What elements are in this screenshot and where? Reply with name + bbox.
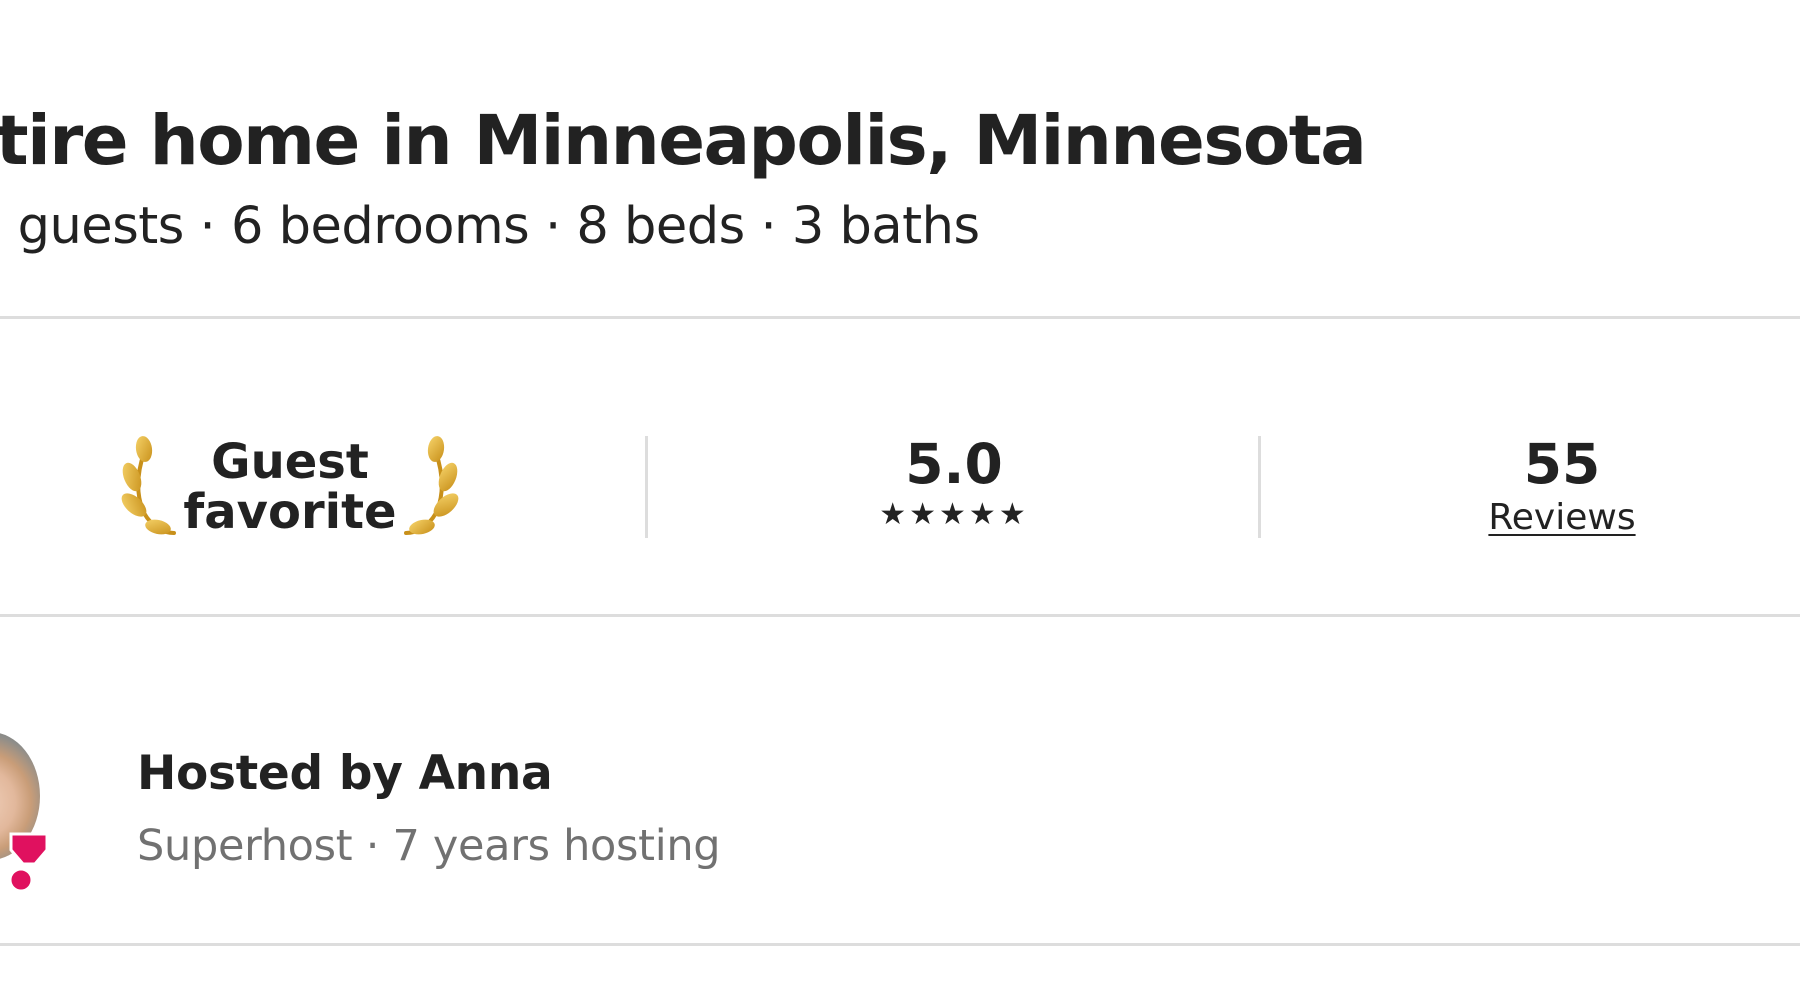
guest-favorite-label: Guest favorite	[183, 434, 397, 540]
reviews-link[interactable]: Reviews	[1488, 496, 1635, 540]
divider	[0, 614, 1800, 617]
reviews-summary: 55 Reviews	[1262, 432, 1800, 540]
superhost-badge-icon	[8, 832, 49, 893]
host-meta: Superhost · 7 years hosting	[137, 821, 721, 871]
host-section: Hosted by Anna Superhost · 7 years hosti…	[0, 700, 1800, 940]
rating-summary: 5.0 ★★★★★	[648, 432, 1260, 532]
reviews-count: 55	[1523, 432, 1601, 496]
rating-value: 5.0	[905, 432, 1003, 496]
listing-subtitle: - guests · 6 bedrooms · 8 beds · 3 baths	[0, 197, 980, 256]
vertical-divider	[1258, 436, 1261, 538]
highlights-row: Guest favorite 5.0 ★★★★★ 55 Reviews	[0, 362, 1800, 614]
divider	[0, 943, 1800, 946]
laurel-left-icon	[121, 436, 176, 535]
guest-favorite-badge: Guest favorite	[110, 422, 470, 552]
host-name: Hosted by Anna	[137, 746, 553, 801]
divider	[0, 316, 1800, 319]
host-avatar[interactable]	[0, 732, 60, 893]
listing-title: ntire home in Minneapolis, Minnesota	[0, 101, 1367, 181]
laurel-right-icon	[404, 436, 459, 535]
star-rating-icon: ★★★★★	[879, 497, 1029, 532]
